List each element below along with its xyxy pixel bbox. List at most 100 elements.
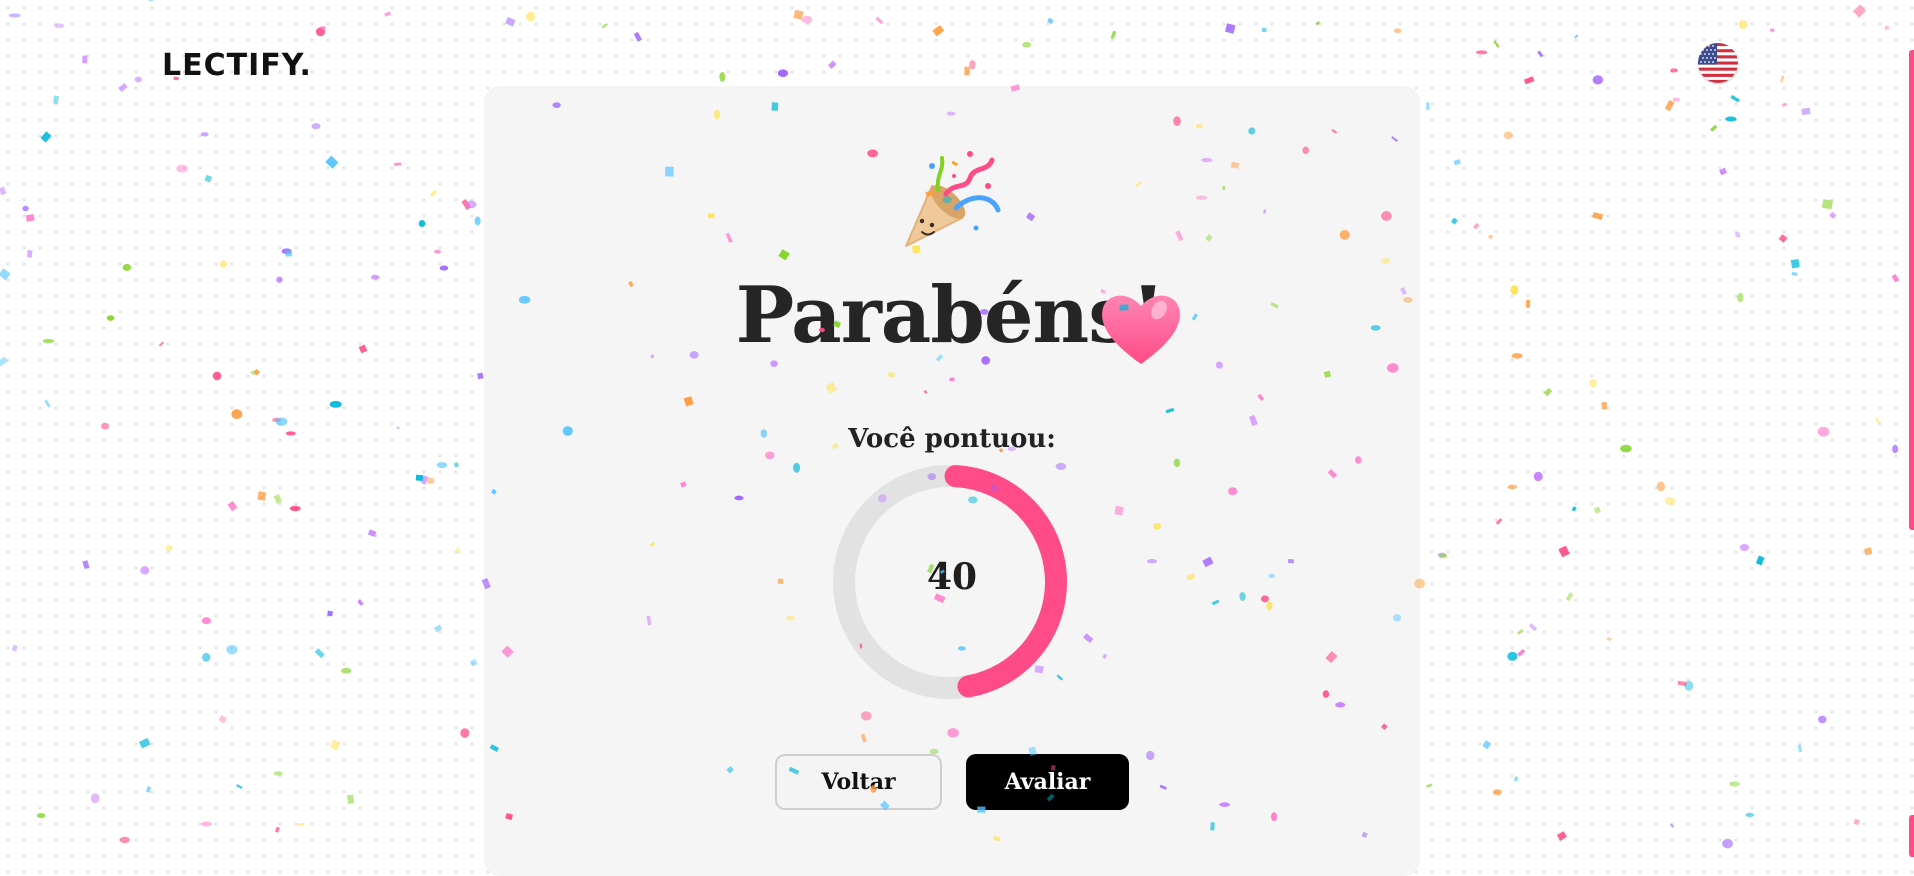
confetti-piece [1574, 34, 1579, 39]
confetti-piece [1517, 648, 1526, 657]
confetti-piece [434, 249, 442, 254]
confetti-piece [201, 617, 212, 625]
confetti-piece [1525, 299, 1531, 308]
confetti-piece [218, 259, 228, 269]
confetti-piece [436, 461, 448, 469]
us-flag-icon[interactable] [1698, 43, 1738, 83]
confetti-piece [1755, 555, 1765, 566]
confetti-piece [434, 624, 443, 633]
confetti-piece [1473, 222, 1480, 230]
confetti-piece [202, 652, 211, 662]
confetti-piece [285, 431, 296, 436]
score-label: Você pontuou: [848, 424, 1056, 454]
confetti-piece [320, 26, 326, 30]
confetti-piece [1709, 124, 1718, 132]
confetti-piece [1592, 75, 1604, 85]
confetti-piece [1495, 518, 1503, 525]
confetti-piece [474, 216, 481, 226]
confetti-piece [1818, 715, 1827, 724]
confetti-piece [148, 0, 155, 2]
confetti-piece [158, 341, 165, 347]
confetti-piece [42, 338, 55, 344]
confetti-piece [1778, 234, 1788, 243]
confetti-piece [1517, 628, 1524, 635]
confetti-piece [1801, 107, 1811, 116]
confetti-piece [1885, 25, 1889, 30]
confetti-piece [1656, 481, 1666, 492]
scrollbar-accent-bottom [1909, 815, 1914, 857]
confetti-piece [1426, 102, 1430, 110]
confetti-piece [1780, 75, 1785, 83]
confetti-piece [418, 219, 426, 228]
confetti-piece [1565, 592, 1574, 602]
confetti-piece [1790, 259, 1800, 269]
confetti-piece [8, 13, 21, 18]
confetti-piece [801, 15, 813, 24]
confetti-piece [384, 11, 392, 17]
confetti-piece [1439, 554, 1447, 559]
confetti-piece [1393, 28, 1402, 34]
confetti-piece [176, 164, 188, 173]
confetti-piece [311, 123, 321, 130]
confetti-piece [1556, 831, 1567, 841]
confetti-piece [1437, 552, 1447, 558]
confetti-piece [273, 494, 283, 505]
confetti-piece [1722, 838, 1733, 849]
confetti-piece [22, 205, 29, 212]
confetti-piece [1736, 292, 1744, 303]
confetti-piece [0, 268, 11, 281]
confetti-piece [134, 76, 142, 83]
confetti-piece [250, 370, 260, 375]
confetti-piece [455, 547, 461, 555]
confetti-piece [426, 477, 435, 485]
confetti-piece [1670, 68, 1678, 73]
confetti-piece [1620, 444, 1632, 453]
confetti-piece [273, 771, 283, 776]
confetti-piece [1511, 353, 1523, 359]
confetti-piece [231, 409, 243, 419]
back-button[interactable]: Voltar [775, 754, 942, 810]
confetti-piece [119, 836, 130, 844]
confetti-piece [275, 417, 288, 426]
confetti-piece [276, 276, 283, 283]
confetti-piece [1606, 636, 1612, 642]
confetti-piece [82, 55, 88, 64]
confetti-piece [932, 24, 945, 37]
confetti-piece [777, 69, 789, 77]
confetti-piece [1503, 131, 1513, 140]
confetti-piece [25, 213, 35, 222]
confetti-piece [1821, 199, 1834, 210]
confetti-piece [367, 529, 377, 538]
confetti-piece [1450, 217, 1458, 225]
confetti-piece [53, 23, 65, 29]
scrollbar-accent[interactable] [1909, 50, 1914, 530]
confetti-piece [272, 417, 282, 423]
confetti-piece [285, 250, 293, 257]
confetti-piece [1719, 167, 1728, 176]
rate-button[interactable]: Avaliar [966, 754, 1129, 810]
confetti-piece [1558, 545, 1570, 558]
confetti-piece [325, 155, 339, 169]
confetti-piece [1829, 211, 1837, 220]
confetti-piece [281, 248, 292, 255]
confetti-piece [1507, 651, 1518, 661]
logo[interactable]: LECTIFY. [162, 48, 312, 83]
confetti-piece [140, 566, 150, 575]
confetti-piece [1507, 484, 1518, 490]
confetti-piece [0, 186, 7, 196]
confetti-piece [477, 372, 484, 380]
confetti-piece [0, 356, 9, 367]
confetti-piece [1492, 789, 1502, 796]
confetti-piece [1533, 471, 1543, 482]
confetti-piece [1745, 812, 1755, 817]
confetti-piece [340, 667, 352, 674]
confetti-piece [370, 274, 380, 280]
confetti-piece [101, 422, 110, 430]
confetti-piece [394, 162, 402, 166]
confetti-piece [1110, 30, 1117, 40]
confetti-piece [964, 66, 970, 76]
confetti-piece [461, 199, 472, 211]
confetti-piece [719, 71, 726, 82]
confetti-piece [601, 22, 608, 29]
confetti-piece [1684, 680, 1694, 691]
